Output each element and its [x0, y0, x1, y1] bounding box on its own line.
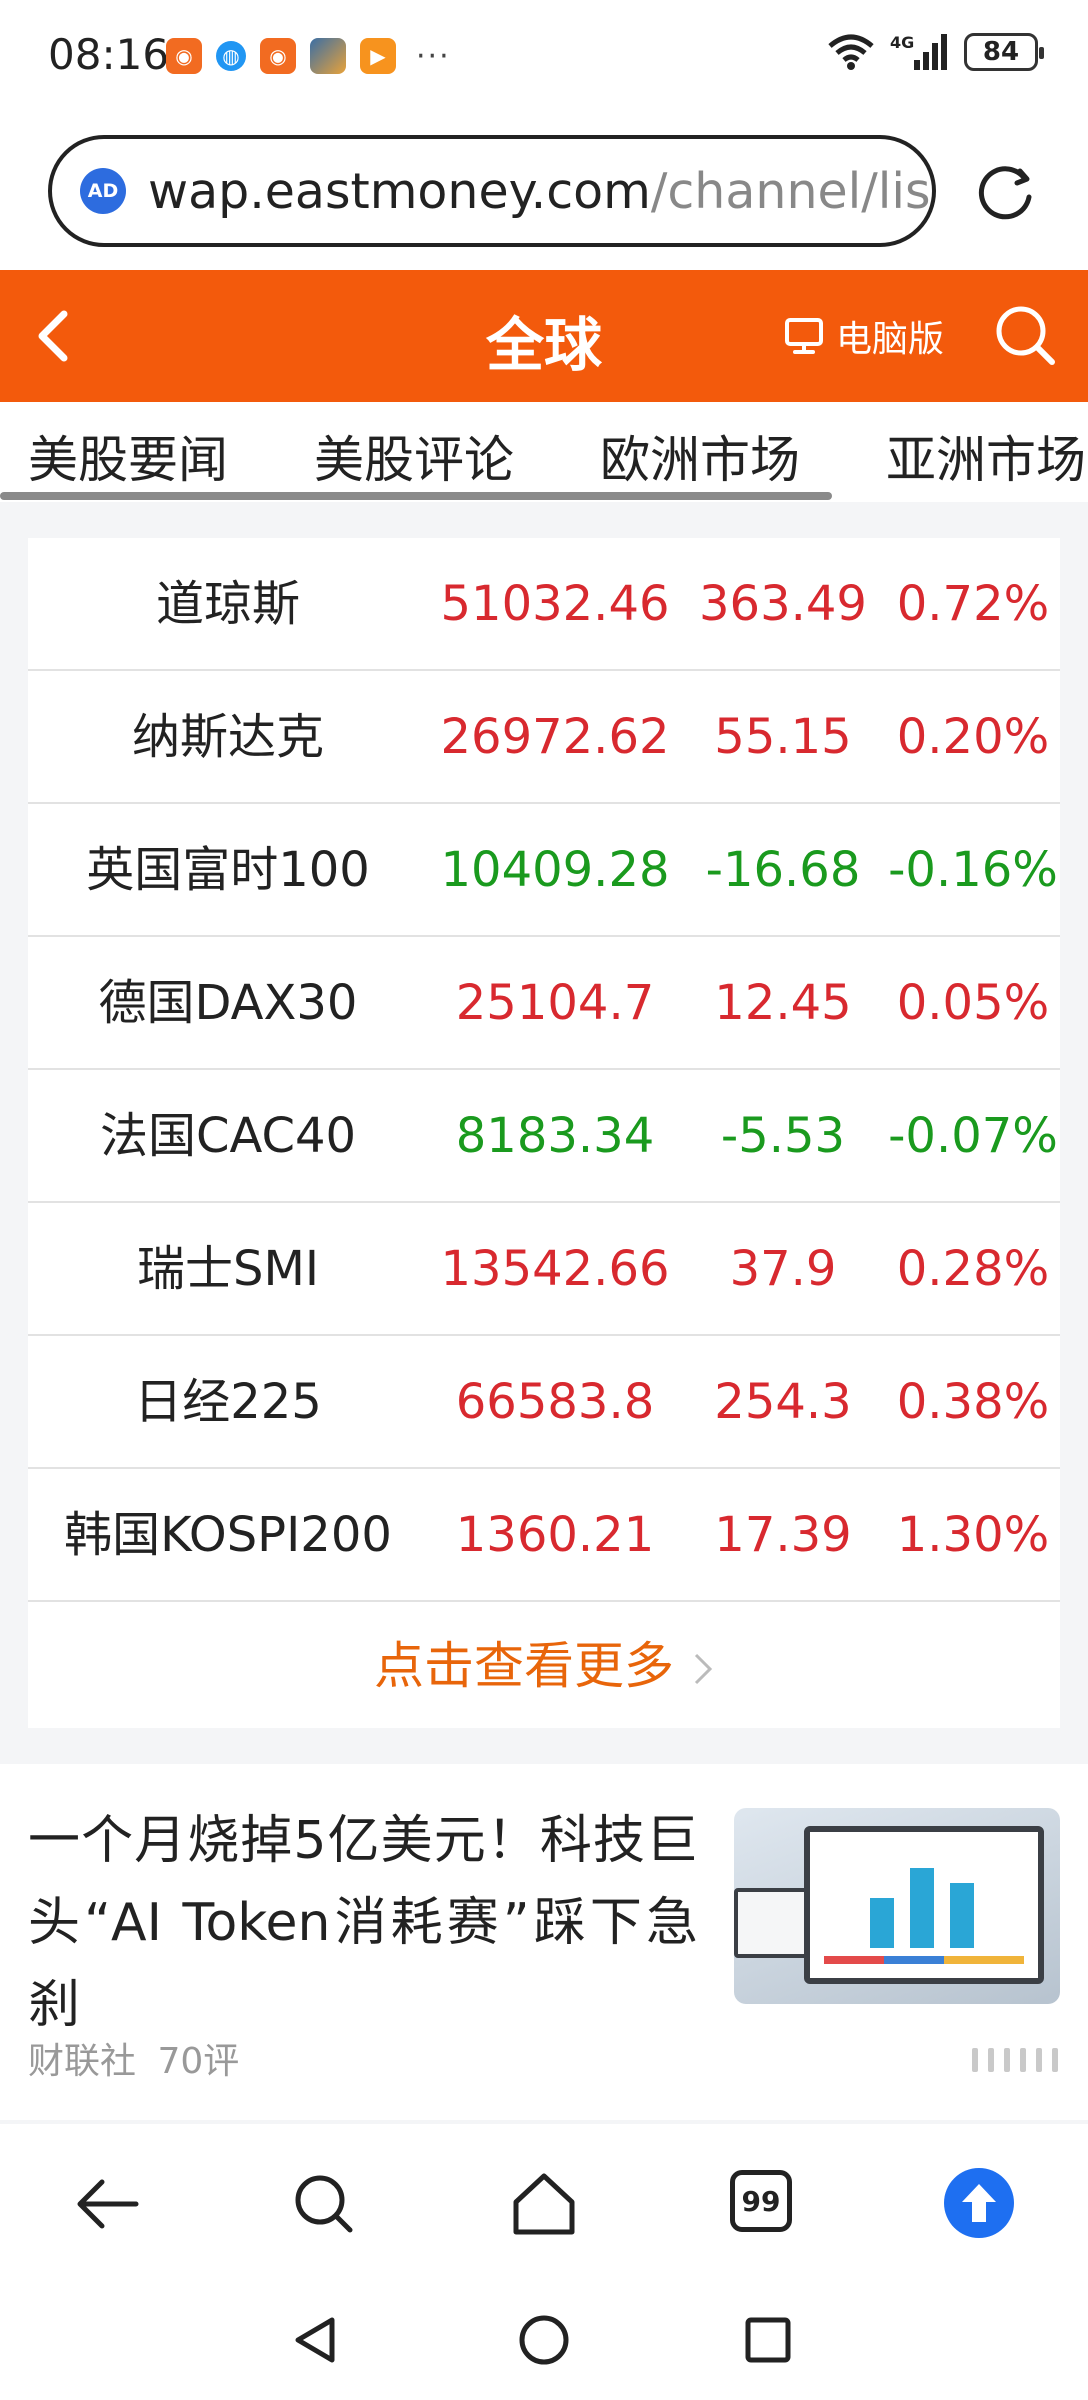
index-change: 55.15 [714, 709, 852, 765]
thumbnail-bar [870, 1898, 894, 1948]
index-row[interactable]: 英国富时100 10409.28 -16.68 -0.16% [28, 804, 1060, 937]
index-percent: 0.38% [896, 1374, 1050, 1430]
global-index-table: 道琼斯 51032.46 363.49 0.72% 纳斯达克 26972.62 … [28, 538, 1060, 1728]
index-percent: -0.07% [888, 1108, 1058, 1164]
index-price: 66583.8 [455, 1374, 655, 1430]
video-notification-icon: ▶ [360, 38, 396, 74]
category-tabs: 美股要闻 美股评论 欧洲市场 亚洲市场 [0, 402, 1088, 502]
news-thumbnail[interactable] [734, 1808, 1060, 2004]
index-price: 26972.62 [440, 709, 670, 765]
index-row[interactable]: 韩国KOSPI200 1360.21 17.39 1.30% [28, 1469, 1060, 1602]
index-name: 道琼斯 [155, 576, 300, 632]
app-notification-icon: ◉ [166, 38, 202, 74]
browser-notification-icon: ◍ [216, 41, 246, 71]
tab-asia-market[interactable]: 亚洲市场 [886, 420, 1086, 492]
index-name: 德国DAX30 [98, 975, 358, 1031]
status-bar: 08:16 ◉ ◍ ◉ ▶ ··· 4G 84 [0, 0, 1088, 115]
news-more-indicator-icon [972, 2048, 1058, 2072]
address-bar-area: AD wap.eastmoney.com/channel/lis [0, 115, 1088, 270]
index-percent: 0.05% [896, 975, 1050, 1031]
index-name: 瑞士SMI [136, 1241, 320, 1297]
search-icon[interactable] [992, 302, 1058, 368]
system-icons: 4G 84 [826, 32, 1044, 72]
upload-button[interactable] [944, 2168, 1014, 2238]
home-icon[interactable] [506, 2166, 582, 2242]
system-navigation-bar [0, 2284, 1088, 2400]
news-meta: 财联社 70评 [28, 2032, 239, 2084]
index-row[interactable]: 日经225 66583.8 254.3 0.38% [28, 1336, 1060, 1469]
index-name: 韩国KOSPI200 [64, 1507, 392, 1563]
photo-notification-icon [310, 38, 346, 74]
news-comments: 70评 [157, 2041, 240, 2082]
index-row[interactable]: 德国DAX30 25104.7 12.45 0.05% [28, 937, 1060, 1070]
index-row[interactable]: 纳斯达克 26972.62 55.15 0.20% [28, 671, 1060, 804]
browser-toolbar: 99 [0, 2124, 1088, 2284]
index-change: -5.53 [720, 1108, 846, 1164]
thumbnail-bar [910, 1868, 934, 1948]
chevron-right-icon [694, 1653, 713, 1685]
view-more-link[interactable]: 点击查看更多 [28, 1604, 1060, 1728]
index-change: -16.68 [705, 842, 861, 898]
monitor-icon [785, 318, 823, 354]
tab-us-news[interactable]: 美股要闻 [28, 420, 228, 492]
pc-version-button[interactable]: 电脑版 [784, 310, 944, 362]
svg-text:4G: 4G [890, 33, 914, 52]
url-domain: wap.eastmoney.com [148, 162, 651, 220]
index-price: 1360.21 [455, 1507, 655, 1563]
notification-icons: ◉ ◍ ◉ ▶ ··· [166, 38, 451, 74]
index-percent: 0.20% [896, 709, 1050, 765]
url-text[interactable]: wap.eastmoney.com/channel/lis [148, 163, 931, 220]
news-item[interactable]: 一个月烧掉5亿美元！科技巨头“AI Token消耗赛”踩下急刹 财联社 70评 [0, 1764, 1088, 2120]
index-percent: 0.28% [896, 1241, 1050, 1297]
index-row[interactable]: 瑞士SMI 13542.66 37.9 0.28% [28, 1203, 1060, 1336]
url-path: /channel/lis [650, 162, 931, 220]
battery-icon: 84 [964, 33, 1044, 71]
index-name: 日经225 [134, 1374, 322, 1430]
index-change: 37.9 [729, 1241, 837, 1297]
index-price: 25104.7 [455, 975, 655, 1031]
index-change: 17.39 [714, 1507, 852, 1563]
index-name: 英国富时100 [86, 842, 370, 898]
square-recents-icon[interactable] [740, 2312, 796, 2368]
index-percent: -0.16% [888, 842, 1058, 898]
wifi-icon [828, 34, 874, 70]
app-notification-icon: ◉ [260, 38, 296, 74]
tabs-scrollbar[interactable] [0, 492, 832, 500]
signal-icon: 4G [890, 33, 947, 70]
news-title[interactable]: 一个月烧掉5亿美元！科技巨头“AI Token消耗赛”踩下急刹 [28, 1800, 698, 2046]
index-name: 法国CAC40 [99, 1108, 357, 1164]
pc-version-label: 电脑版 [836, 319, 945, 360]
back-arrow-icon[interactable] [70, 2166, 146, 2242]
address-bar[interactable]: AD wap.eastmoney.com/channel/lis [48, 135, 936, 247]
index-row[interactable]: 道琼斯 51032.46 363.49 0.72% [28, 538, 1060, 671]
index-change: 12.45 [714, 975, 852, 1031]
news-source: 财联社 [28, 2041, 137, 2082]
app-header: 全球 电脑版 [0, 270, 1088, 402]
tab-us-commentary[interactable]: 美股评论 [314, 420, 514, 492]
more-notifications-icon: ··· [416, 38, 451, 74]
triangle-back-icon[interactable] [288, 2312, 344, 2368]
index-name: 纳斯达克 [131, 709, 324, 765]
index-price: 10409.28 [440, 842, 670, 898]
index-price: 13542.66 [440, 1241, 670, 1297]
monitor-graphic [804, 1826, 1044, 1984]
tab-europe-market[interactable]: 欧洲市场 [600, 420, 800, 492]
reload-icon[interactable] [970, 157, 1040, 227]
index-percent: 1.30% [896, 1507, 1050, 1563]
search-icon[interactable] [286, 2166, 362, 2242]
circle-home-icon[interactable] [516, 2312, 572, 2368]
status-time: 08:16 [48, 30, 170, 79]
thumbnail-bar [950, 1883, 974, 1948]
index-change: 363.49 [699, 576, 867, 632]
index-change: 254.3 [714, 1374, 852, 1430]
index-price: 8183.34 [455, 1108, 655, 1164]
ad-block-icon[interactable]: AD [80, 168, 126, 214]
thumbnail-strip [824, 1956, 1024, 1964]
index-row[interactable]: 法国CAC40 8183.34 -5.53 -0.07% [28, 1070, 1060, 1203]
view-more-label: 点击查看更多 [374, 1637, 674, 1695]
index-price: 51032.46 [440, 576, 670, 632]
index-percent: 0.72% [896, 576, 1050, 632]
upload-arrow-icon [962, 2184, 996, 2222]
tabs-count-button[interactable]: 99 [730, 2170, 792, 2232]
